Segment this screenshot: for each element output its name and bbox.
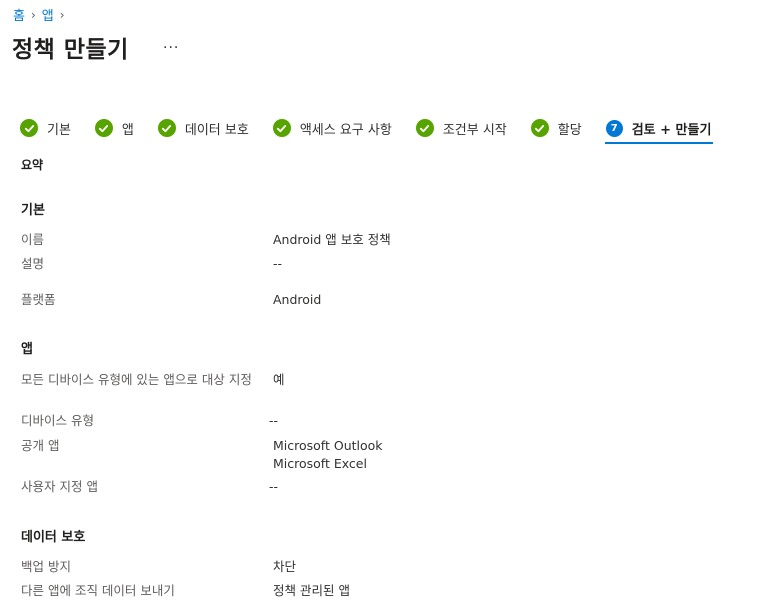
tab-label: 할당 bbox=[557, 122, 582, 138]
page-title: 정책 만들기 bbox=[12, 37, 129, 63]
public-apps-label: 공개 앱 bbox=[21, 438, 60, 453]
breadcrumb-home-link[interactable]: 홈 bbox=[13, 5, 25, 24]
custom-apps-value: -- bbox=[269, 479, 279, 494]
send-org-data-label: 다른 앱에 조직 데이터 보내기 bbox=[21, 583, 175, 598]
tab-label: 검토 + 만들기 bbox=[631, 122, 712, 138]
tab-assignments[interactable]: 할당 bbox=[530, 116, 582, 140]
name-label: 이름 bbox=[21, 232, 45, 247]
section-apps-heading: 앱 bbox=[21, 342, 33, 357]
tab-label: 앱 bbox=[121, 122, 134, 138]
more-options-button[interactable]: ... bbox=[163, 36, 179, 52]
tab-review-create[interactable]: 7 검토 + 만들기 bbox=[604, 116, 714, 144]
device-types-value: -- bbox=[269, 413, 279, 428]
tab-conditional-launch[interactable]: 조건부 시작 bbox=[415, 116, 507, 140]
checkmark-icon bbox=[530, 119, 549, 137]
chevron-right-icon: › bbox=[30, 7, 36, 22]
wizard-steps: 기본 앱 데이터 보호 액세스 요구 사항 조건부 시작 할당 7 검토 + 만… bbox=[20, 116, 714, 144]
public-app-outlook: Microsoft Outlook bbox=[273, 438, 383, 453]
backup-prevent-label: 백업 방지 bbox=[21, 559, 71, 574]
tab-apps[interactable]: 앱 bbox=[94, 116, 134, 140]
send-org-data-value: 정책 관리된 앱 bbox=[273, 583, 350, 598]
platform-label: 플랫폼 bbox=[21, 292, 56, 307]
tab-label: 기본 bbox=[47, 122, 71, 138]
public-app-excel: Microsoft Excel bbox=[273, 456, 367, 471]
breadcrumb: 홈 › 앱 › bbox=[13, 5, 65, 25]
custom-apps-label: 사용자 지정 앱 bbox=[21, 479, 98, 494]
tab-data-protection[interactable]: 데이터 보호 bbox=[157, 116, 249, 140]
target-apps-label: 모든 디바이스 유형에 있는 앱으로 대상 지정 bbox=[21, 372, 252, 387]
description-label: 설명 bbox=[21, 256, 45, 271]
name-value: Android 앱 보호 정책 bbox=[273, 232, 391, 247]
tab-label: 조건부 시작 bbox=[442, 122, 507, 138]
checkmark-icon bbox=[272, 119, 291, 137]
platform-value: Android bbox=[273, 292, 322, 307]
breadcrumb-apps-link[interactable]: 앱 bbox=[42, 5, 54, 24]
description-value: -- bbox=[273, 256, 283, 271]
tab-basics[interactable]: 기본 bbox=[20, 116, 71, 140]
checkmark-icon bbox=[415, 119, 434, 137]
backup-prevent-value: 차단 bbox=[273, 559, 297, 574]
section-basics-heading: 기본 bbox=[21, 203, 45, 218]
tab-access-requirements[interactable]: 액세스 요구 사항 bbox=[272, 116, 392, 140]
checkmark-icon bbox=[94, 119, 113, 137]
checkmark-icon bbox=[20, 119, 38, 137]
summary-heading: 요약 bbox=[21, 158, 44, 172]
section-data-protection-heading: 데이터 보호 bbox=[21, 530, 86, 545]
chevron-right-icon: › bbox=[59, 7, 65, 22]
tab-label: 액세스 요구 사항 bbox=[299, 122, 392, 138]
target-apps-value: 예 bbox=[273, 372, 285, 387]
device-types-label: 디바이스 유형 bbox=[21, 413, 94, 428]
checkmark-icon bbox=[157, 119, 176, 137]
step-number-badge: 7 bbox=[605, 119, 623, 137]
tab-label: 데이터 보호 bbox=[184, 122, 249, 138]
